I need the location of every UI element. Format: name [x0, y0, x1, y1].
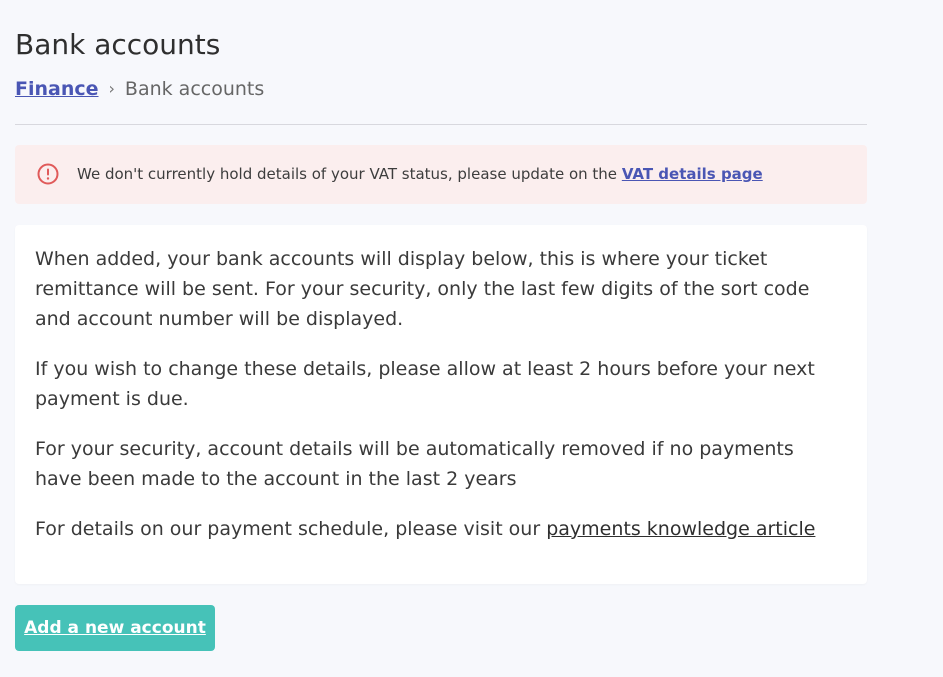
- alert-text: We don't currently hold details of your …: [77, 165, 618, 183]
- breadcrumb-finance-link[interactable]: Finance: [15, 76, 99, 102]
- info-paragraph-3: For your security, account details will …: [35, 438, 794, 490]
- vat-details-link[interactable]: VAT details page: [622, 165, 763, 183]
- breadcrumb-current: Bank accounts: [124, 78, 265, 100]
- payments-knowledge-article-link[interactable]: payments knowledge article: [546, 518, 815, 540]
- page-title: Bank accounts: [15, 28, 221, 61]
- add-new-account-button[interactable]: Add a new account: [15, 605, 215, 651]
- info-paragraph-1: When added, your bank accounts will disp…: [35, 248, 810, 330]
- info-paragraph-4: For details on our payment schedule, ple…: [35, 514, 835, 544]
- info-paragraph-2: If you wish to change these details, ple…: [35, 358, 815, 410]
- breadcrumb: Finance › Bank accounts: [15, 76, 264, 102]
- breadcrumb-separator: ›: [108, 79, 115, 98]
- info-card: When added, your bank accounts will disp…: [15, 225, 867, 584]
- alert-message: We don't currently hold details of your …: [77, 163, 763, 185]
- payment-schedule-text: For details on our payment schedule, ple…: [35, 518, 541, 540]
- header-divider: [15, 124, 867, 125]
- alert-circle-icon: [37, 163, 59, 185]
- vat-alert: We don't currently hold details of your …: [15, 145, 867, 204]
- bank-accounts-page: Bank accounts Finance › Bank accounts We…: [0, 0, 943, 677]
